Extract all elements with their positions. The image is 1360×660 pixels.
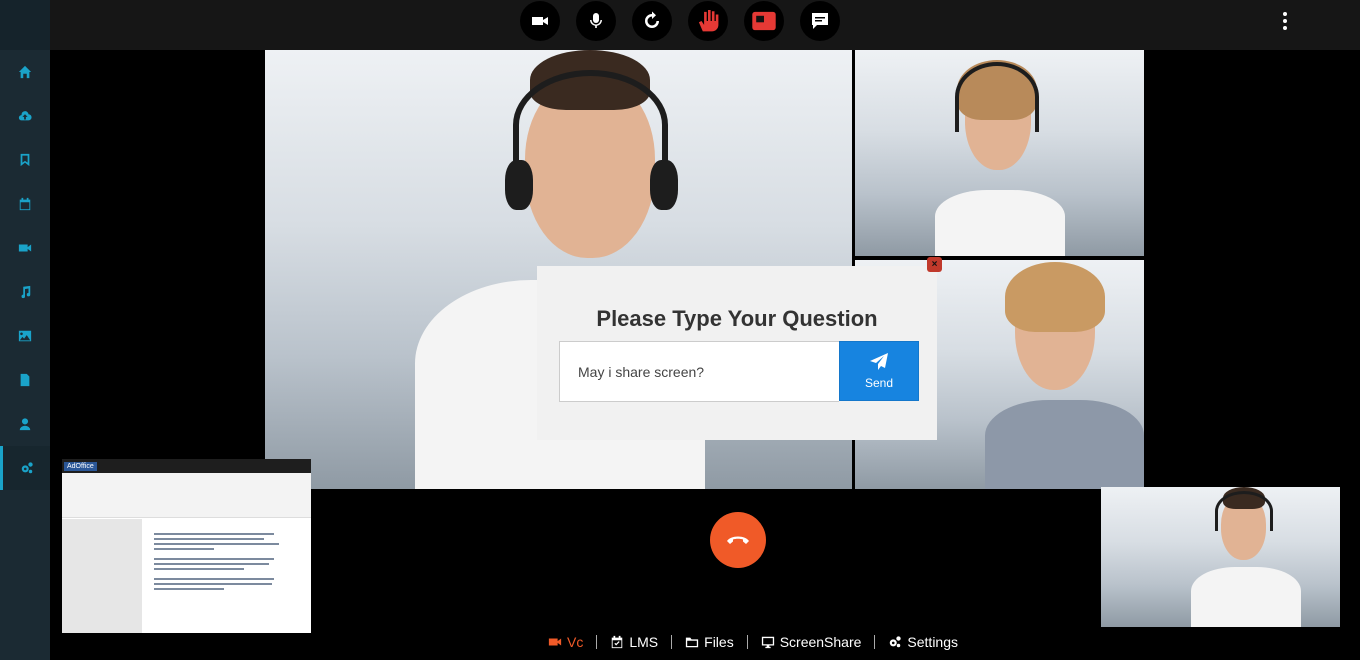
raise-hand-icon [698,9,719,32]
video-icon [548,638,562,646]
sidebar-brand [0,0,50,50]
nav-settings[interactable]: Settings [875,634,971,650]
bottom-nav: Vc LMS Files ScreenShare Settings [535,632,971,652]
top-toolbar [50,0,1360,50]
participant-figure-2 [965,260,1144,489]
image-icon [18,330,32,342]
screen-icon [752,11,776,31]
camera-icon [532,17,548,25]
user-icon [19,418,31,431]
sidebar-item-video[interactable] [0,226,50,270]
calendar-check-icon [612,635,623,649]
nav-vc-label: Vc [567,634,584,650]
raise-hand-button[interactable] [688,1,728,41]
sidebar-item-calendar[interactable] [0,182,50,226]
hang-up-icon [727,536,749,544]
refresh-button[interactable] [632,1,672,41]
doc-ribbon [62,473,311,518]
doc-page [142,519,302,633]
self-view-figure [1191,487,1301,627]
folder-icon [686,637,699,648]
video-icon [18,244,32,252]
camera-toggle-button[interactable] [520,1,560,41]
nav-screenshare-label: ScreenShare [779,634,862,650]
sidebar-item-upload[interactable] [0,94,50,138]
microphone-icon [590,13,602,28]
modal-title: Please Type Your Question [596,306,878,331]
sidebar-item-settings[interactable] [0,446,50,490]
cogs-icon [21,462,33,474]
sidebar-item-bookmark[interactable] [0,138,50,182]
question-modal: Please Type Your Question Send [537,266,937,440]
participant-figure-1 [935,50,1065,256]
doc-titlebar: AdOffice [62,459,311,473]
send-label: Send [864,376,894,390]
bookmark-icon [20,153,30,167]
close-modal-button[interactable]: × [927,257,942,272]
nav-files-label: Files [704,634,734,650]
more-vertical-icon [1283,11,1287,16]
chat-button[interactable] [800,1,840,41]
microphone-toggle-button[interactable] [576,1,616,41]
send-button[interactable]: Send [839,341,919,401]
nav-screenshare[interactable]: ScreenShare [748,634,875,650]
refresh-icon [645,11,659,28]
home-icon [18,65,32,79]
nav-files[interactable]: Files [672,634,747,650]
sidebar [0,0,50,660]
nav-settings-label: Settings [907,634,959,650]
calendar-icon [19,197,31,211]
sidebar-item-home[interactable] [0,50,50,94]
sidebar-item-file[interactable] [0,358,50,402]
dot [1283,18,1287,23]
music-icon [21,285,31,299]
participant-video-1[interactable] [855,50,1144,256]
cogs-icon [890,636,902,648]
screen-share-thumbnail[interactable]: AdOffice [62,459,311,633]
doc-app-badge: AdOffice [64,461,97,471]
self-view-video[interactable] [1101,487,1340,627]
sidebar-item-image[interactable] [0,314,50,358]
end-call-button[interactable] [710,512,766,568]
close-icon: × [931,259,938,270]
dot [1283,26,1287,31]
desktop-icon [761,636,774,649]
chat-icon [812,13,828,29]
cloud-upload-icon [18,111,32,121]
file-icon [20,373,30,387]
nav-lms[interactable]: LMS [597,634,671,650]
sidebar-item-user[interactable] [0,402,50,446]
nav-lms-label: LMS [629,634,659,650]
more-options-button[interactable] [1280,10,1290,32]
nav-vc[interactable]: Vc [535,634,596,650]
doc-sidebar [62,519,142,633]
question-input[interactable] [559,341,839,402]
screen-share-button[interactable] [744,1,784,41]
paper-plane-icon [870,353,888,370]
sidebar-item-music[interactable] [0,270,50,314]
